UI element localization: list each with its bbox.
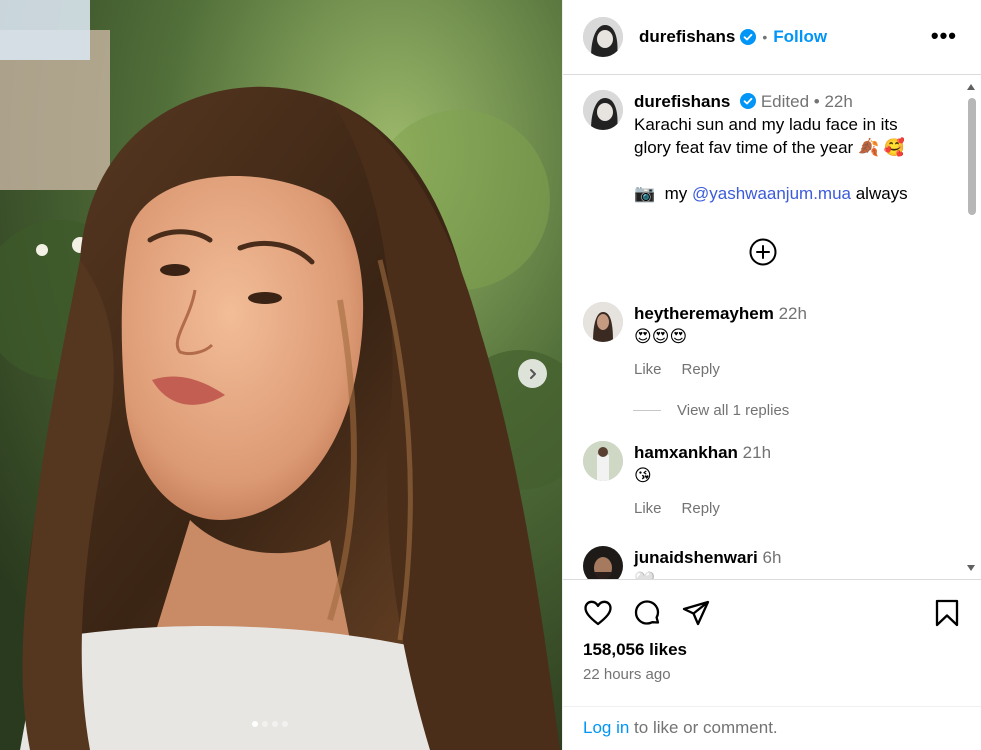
action-bar [583,598,962,628]
commenter-avatar[interactable] [583,441,623,481]
comment-username[interactable]: heytheremayhem [634,304,774,323]
carousel-indicator [252,721,288,727]
verified-badge-icon [740,29,757,45]
carousel-dot [272,721,278,727]
heart-icon[interactable] [583,598,613,628]
comments-scrollbar[interactable] [962,76,981,579]
next-image-button[interactable] [518,359,547,388]
comment-reply-button[interactable]: Reply [682,358,720,381]
comment-time[interactable]: 6h [762,548,781,567]
mention-link[interactable]: @yashwaanjum.mua [692,184,851,203]
caption-separator: • [813,92,820,111]
caption-body: durefishans Edited • 22h Karachi sun and… [634,90,934,205]
author-avatar[interactable] [583,17,623,57]
credit-prefix: 📷 my [634,184,692,203]
post-side-panel: durefishans • Follow ••• durefishans Edi… [562,0,981,750]
comment-reply-button[interactable]: Reply [682,497,720,520]
comment-body: junaidshenwari 6h 🤍 ... ... [634,546,781,579]
post-timestamp: 22 hours ago [583,666,671,683]
share-icon[interactable] [681,598,711,628]
replies-divider [633,410,661,411]
follow-button[interactable]: Follow [773,27,827,47]
carousel-dot [262,721,268,727]
credit-suffix: always [851,184,908,203]
header-separator: • [762,29,768,45]
add-circle-icon[interactable] [748,237,778,267]
caption-time[interactable]: 22h [824,92,852,111]
caption-avatar[interactable] [583,90,623,130]
comment-time[interactable]: 21h [743,443,771,462]
more-options-button[interactable]: ••• [931,25,957,47]
commenter-avatar[interactable] [583,302,623,342]
caption-text: Karachi sun and my ladu face in its glor… [634,115,905,157]
carousel-dot [282,721,288,727]
caption-credit: 📷 my @yashwaanjum.mua always [634,182,934,205]
comment-item: heytheremayhem 22h 😍😍😍 Like Reply [583,302,807,381]
edited-label: Edited [760,92,810,111]
comment-item: hamxankhan 21h 😘 Like Reply [583,441,771,520]
comments-list[interactable]: durefishans Edited • 22h Karachi sun and… [563,76,963,579]
post-header: durefishans • Follow ••• [563,0,981,75]
comment-like-button[interactable]: Like [634,497,662,520]
likes-count[interactable]: 158,056 likes [583,640,687,660]
view-replies-label: View all 1 replies [677,402,790,419]
comment-username[interactable]: hamxankhan [634,443,738,462]
comment-item: junaidshenwari 6h 🤍 ... ... [583,546,781,579]
comment-body: heytheremayhem 22h 😍😍😍 Like Reply [634,302,807,381]
scroll-up-arrow[interactable] [967,84,975,90]
login-prompt: Log in to like or comment. [563,706,981,738]
comment-text: 🤍 ... ... [634,569,781,579]
comment-username[interactable]: junaidshenwari [634,548,758,567]
comment-text: 😍😍😍 [634,327,688,346]
caption-entry: durefishans Edited • 22h Karachi sun and… [583,90,934,205]
comment-icon[interactable] [632,598,662,628]
post-media [0,0,562,750]
verified-badge-icon [740,93,757,109]
post-dialog: durefishans • Follow ••• durefishans Edi… [0,0,981,750]
comment-body: hamxankhan 21h 😘 Like Reply [634,441,771,520]
post-actions-section: 158,056 likes 22 hours ago Log in to lik… [563,579,981,750]
login-rest: to like or comment. [629,718,778,737]
post-photo [0,0,562,750]
bookmark-icon[interactable] [932,598,962,628]
comment-like-button[interactable]: Like [634,358,662,381]
scroll-thumb[interactable] [968,98,976,215]
commenter-avatar[interactable] [583,546,623,579]
comment-time[interactable]: 22h [779,304,807,323]
chevron-right-icon [529,368,536,379]
view-replies-button[interactable]: View all 1 replies [633,402,789,419]
comment-text: 😘 [634,466,652,485]
author-username[interactable]: durefishans [639,27,735,47]
login-link[interactable]: Log in [583,718,629,737]
carousel-dot [252,721,258,727]
caption-username[interactable]: durefishans [634,92,730,111]
scroll-down-arrow[interactable] [967,565,975,571]
